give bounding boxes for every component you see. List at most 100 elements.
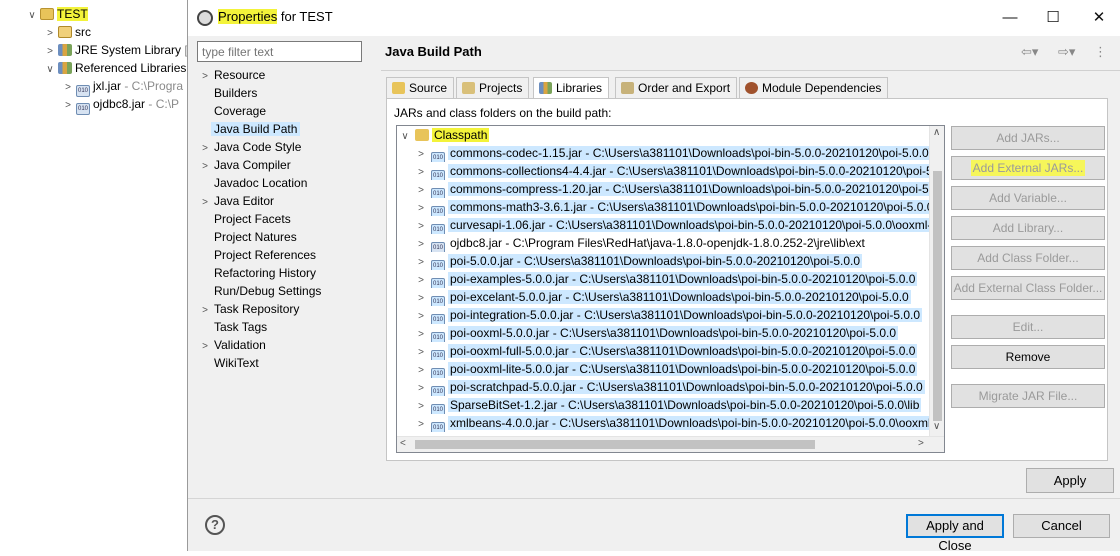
nav-item-resource[interactable]: > Resource: [196, 66, 265, 84]
nav-item-coverage[interactable]: Coverage: [196, 102, 266, 120]
apply-and-close-button[interactable]: Apply and Close: [906, 514, 1004, 553]
maximize-icon[interactable]: ☐: [1043, 8, 1063, 28]
classpath-entry[interactable]: >010 ojdbc8.jar - C:\Program Files\RedHat…: [413, 234, 944, 252]
nav-item-java-editor[interactable]: > Java Editor: [196, 192, 274, 210]
library-icon: [539, 82, 552, 94]
tab-libraries[interactable]: Libraries: [533, 77, 610, 100]
back-arrow-icon[interactable]: ⇦▾: [1021, 44, 1038, 60]
view-menu-icon[interactable]: ⋮: [1094, 44, 1107, 60]
tree-item-jxl[interactable]: >010 jxl.jar - C:\Progra: [62, 77, 183, 97]
add-variable-button[interactable]: Add Variable...: [951, 186, 1105, 210]
expand-arrow-icon[interactable]: >: [413, 290, 429, 306]
expand-arrow-icon[interactable]: >: [413, 218, 429, 234]
tab-source[interactable]: Source: [386, 77, 455, 99]
add-library-button[interactable]: Add Library...: [951, 216, 1105, 240]
tab-module-dependencies[interactable]: Module Dependencies: [739, 77, 889, 99]
expand-arrow-icon[interactable]: >: [413, 200, 429, 216]
classpath-entry[interactable]: >010 commons-compress-1.20.jar - C:\Users…: [413, 180, 944, 198]
cancel-button[interactable]: Cancel: [1013, 514, 1110, 538]
help-icon[interactable]: ?: [205, 515, 225, 535]
scroll-left-icon[interactable]: <: [400, 438, 406, 449]
classpath-entry[interactable]: >010 poi-scratchpad-5.0.0.jar - C:\Users\…: [413, 378, 944, 396]
expand-arrow-icon[interactable]: >: [413, 380, 429, 396]
project-node-test[interactable]: ∨ TEST: [26, 5, 88, 23]
nav-item-run-debug-settings[interactable]: Run/Debug Settings: [196, 282, 321, 300]
expand-arrow-icon[interactable]: >: [413, 398, 429, 414]
nav-item-validation[interactable]: > Validation: [196, 336, 266, 354]
nav-item-label: Coverage: [214, 104, 267, 118]
classpath-entry[interactable]: >010 SparseBitSet-1.2.jar - C:\Users\a381…: [413, 396, 944, 414]
nav-item-java-code-style[interactable]: > Java Code Style: [196, 138, 301, 156]
edit-button[interactable]: Edit...: [951, 315, 1105, 339]
remove-button[interactable]: Remove: [951, 345, 1105, 369]
scroll-up-icon[interactable]: ∧: [933, 127, 940, 138]
expand-arrow-icon[interactable]: >: [62, 97, 74, 115]
nav-item-project-references[interactable]: Project References: [196, 246, 316, 264]
expand-arrow-icon[interactable]: >: [413, 344, 429, 360]
classpath-entry[interactable]: >010 curvesapi-1.06.jar - C:\Users\a38110…: [413, 216, 944, 234]
vertical-scroll-thumb[interactable]: [933, 171, 942, 421]
dialog-titlebar[interactable]: Properties for TEST — ☐ ✕: [188, 0, 1120, 36]
nav-item-java-compiler[interactable]: > Java Compiler: [196, 156, 291, 174]
classpath-entry[interactable]: >010 commons-codec-1.15.jar - C:\Users\a3…: [413, 144, 944, 162]
forward-arrow-icon[interactable]: ⇨▾: [1058, 44, 1075, 60]
classpath-entry[interactable]: >010 poi-ooxml-full-5.0.0.jar - C:\Users\…: [413, 342, 944, 360]
tab-order-and-export[interactable]: Order and Export: [615, 77, 738, 99]
nav-item-java-build-path[interactable]: Java Build Path: [196, 120, 301, 138]
expand-arrow-icon[interactable]: >: [413, 362, 429, 378]
expand-arrow-icon[interactable]: >: [413, 254, 429, 270]
add-external-class-folder-button[interactable]: Add External Class Folder...: [951, 276, 1105, 300]
tree-item-src[interactable]: > src: [44, 23, 91, 41]
collapse-arrow-icon[interactable]: ∨: [44, 61, 56, 79]
classpath-entry[interactable]: >010 poi-integration-5.0.0.jar - C:\Users…: [413, 306, 944, 324]
collapse-arrow-icon[interactable]: ∨: [26, 7, 38, 25]
tree-item-label: JRE System Library: [75, 43, 182, 57]
nav-item-wikitext[interactable]: WikiText: [196, 354, 259, 372]
close-icon[interactable]: ✕: [1089, 8, 1109, 28]
minimize-icon[interactable]: —: [1000, 8, 1020, 28]
classpath-entry[interactable]: >010 poi-5.0.0.jar - C:\Users\a381101\Dow…: [413, 252, 944, 270]
expand-arrow-icon[interactable]: >: [413, 326, 429, 342]
classpath-tree[interactable]: ∨ Classpath >010 commons-codec-1.15.jar - …: [396, 125, 945, 453]
nav-item-refactoring-history[interactable]: Refactoring History: [196, 264, 316, 282]
migrate-jar-button[interactable]: Migrate JAR File...: [951, 384, 1105, 408]
classpath-entry[interactable]: >010 poi-excelant-5.0.0.jar - C:\Users\a3…: [413, 288, 944, 306]
expand-arrow-icon[interactable]: >: [413, 164, 429, 180]
tree-item-jre[interactable]: > JRE System Library [: [44, 41, 188, 59]
apply-button[interactable]: Apply: [1026, 468, 1114, 493]
scroll-right-icon[interactable]: >: [918, 438, 924, 449]
expand-arrow-icon[interactable]: >: [413, 272, 429, 288]
expand-arrow-icon[interactable]: >: [413, 416, 429, 432]
filter-input[interactable]: [197, 41, 362, 62]
classpath-entry[interactable]: >010 commons-collections4-4.4.jar - C:\Us…: [413, 162, 944, 180]
tree-item-label: src: [75, 25, 91, 39]
vertical-scrollbar[interactable]: ∧ ∨: [929, 126, 944, 437]
collapse-arrow-icon[interactable]: ∨: [397, 128, 413, 144]
horizontal-scroll-thumb[interactable]: [415, 440, 815, 449]
classpath-entry[interactable]: >010 poi-ooxml-5.0.0.jar - C:\Users\a3811…: [413, 324, 944, 342]
tree-item-ojdbc8[interactable]: >010 ojdbc8.jar - C:\P: [62, 95, 179, 115]
expand-arrow-icon[interactable]: >: [413, 146, 429, 162]
classpath-root-node[interactable]: ∨ Classpath: [397, 126, 930, 144]
classpath-entry[interactable]: >010 commons-math3-3.6.1.jar - C:\Users\a…: [413, 198, 944, 216]
classpath-entry[interactable]: >010 poi-ooxml-lite-5.0.0.jar - C:\Users\…: [413, 360, 944, 378]
classpath-entry[interactable]: >010 poi-examples-5.0.0.jar - C:\Users\a3…: [413, 270, 944, 288]
nav-item-project-facets[interactable]: Project Facets: [196, 210, 291, 228]
tree-item-referenced-libraries[interactable]: ∨ Referenced Libraries: [44, 59, 186, 77]
expand-arrow-icon[interactable]: >: [413, 236, 429, 252]
scroll-down-icon[interactable]: ∨: [933, 421, 940, 432]
horizontal-scrollbar[interactable]: < >: [397, 436, 944, 452]
nav-item-task-tags[interactable]: Task Tags: [196, 318, 267, 336]
add-class-folder-button[interactable]: Add Class Folder...: [951, 246, 1105, 270]
nav-item-task-repository[interactable]: > Task Repository: [196, 300, 299, 318]
nav-item-label: Builders: [214, 86, 258, 100]
classpath-entry[interactable]: >010 xmlbeans-4.0.0.jar - C:\Users\a38110…: [413, 414, 944, 432]
expand-arrow-icon[interactable]: >: [413, 182, 429, 198]
add-jars-button[interactable]: Add JARs...: [951, 126, 1105, 150]
nav-item-builders[interactable]: Builders: [196, 84, 257, 102]
nav-item-javadoc-location[interactable]: Javadoc Location: [196, 174, 307, 192]
expand-arrow-icon[interactable]: >: [413, 308, 429, 324]
nav-item-project-natures[interactable]: Project Natures: [196, 228, 297, 246]
tab-projects[interactable]: Projects: [456, 77, 530, 99]
add-external-jars-button[interactable]: Add External JARs...: [951, 156, 1105, 180]
